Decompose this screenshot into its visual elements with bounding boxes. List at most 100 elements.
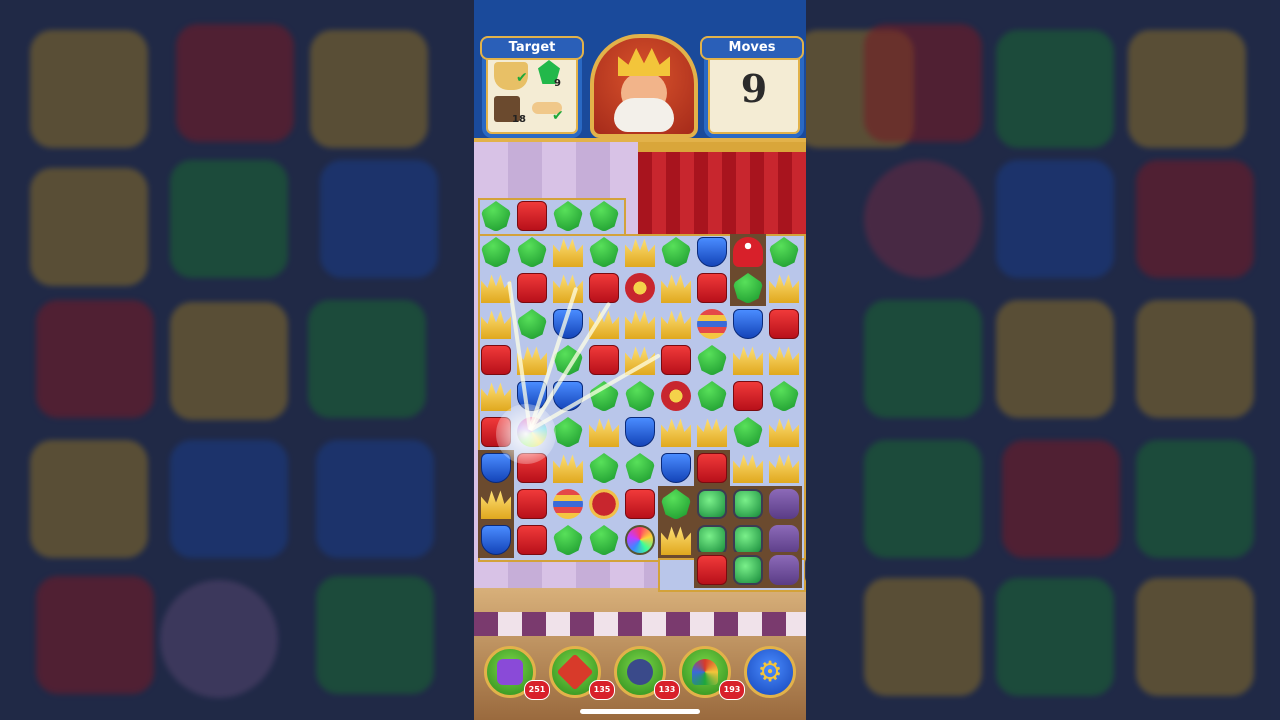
board-cell[interactable] [730, 486, 766, 522]
stage-curtain [638, 142, 806, 244]
green-leaf-tile [553, 525, 583, 555]
board-cell[interactable] [766, 486, 802, 522]
board-cell[interactable] [478, 342, 514, 378]
board-cell[interactable] [766, 234, 802, 270]
board-cell[interactable] [658, 270, 694, 306]
yellow-crown-tile [481, 310, 511, 339]
board-cell[interactable] [694, 234, 730, 270]
board-cell[interactable] [766, 414, 802, 450]
board-cell[interactable] [514, 234, 550, 270]
board-cell[interactable] [694, 486, 730, 522]
board-cell[interactable] [514, 522, 550, 558]
board-cell[interactable] [658, 522, 694, 558]
board-cell[interactable] [730, 342, 766, 378]
board-cell[interactable] [658, 234, 694, 270]
board-cell[interactable] [730, 378, 766, 414]
board-cell[interactable] [550, 450, 586, 486]
king-beard [614, 98, 674, 132]
board-cell[interactable] [658, 378, 694, 414]
board-cell[interactable] [766, 306, 802, 342]
board-cell[interactable] [478, 306, 514, 342]
board-cell[interactable] [550, 198, 586, 234]
settings-gear-icon[interactable]: ⚙ [744, 646, 796, 698]
board-cell[interactable] [622, 270, 658, 306]
board-cell[interactable] [586, 342, 622, 378]
board-cell[interactable] [478, 198, 514, 234]
yellow-crown-tile [733, 454, 763, 483]
board-cell[interactable] [622, 414, 658, 450]
board-cell[interactable] [478, 522, 514, 558]
board-cell[interactable] [694, 378, 730, 414]
board-cell[interactable] [766, 378, 802, 414]
board-cell[interactable] [622, 522, 658, 558]
board-cell[interactable] [586, 270, 622, 306]
board-cell[interactable] [658, 450, 694, 486]
board-cell[interactable] [514, 306, 550, 342]
board-cell[interactable] [478, 486, 514, 522]
board-cell[interactable] [658, 306, 694, 342]
board-cell[interactable] [694, 552, 730, 588]
board-cell[interactable] [586, 414, 622, 450]
board-cell[interactable] [730, 414, 766, 450]
board-cell[interactable] [514, 486, 550, 522]
yellow-crown-tile [481, 490, 511, 519]
board-cell[interactable] [550, 234, 586, 270]
home-indicator[interactable] [580, 709, 700, 714]
board-cell[interactable] [586, 486, 622, 522]
yellow-crown-tile [625, 310, 655, 339]
board-cell[interactable] [730, 270, 766, 306]
board-cell[interactable] [478, 234, 514, 270]
board-cell[interactable] [622, 450, 658, 486]
board-cell[interactable] [586, 198, 622, 234]
board-cell[interactable] [514, 270, 550, 306]
blue-shield-tile [661, 453, 691, 483]
cannon-booster-count: 133 [654, 680, 680, 700]
board-cell[interactable] [766, 552, 802, 588]
board-cell[interactable] [694, 342, 730, 378]
board-cell[interactable] [730, 306, 766, 342]
green-leaf-tile [481, 201, 511, 231]
board-cell[interactable] [766, 342, 802, 378]
yellow-crown-tile [481, 274, 511, 303]
red-book-tile [517, 273, 547, 303]
board-cell[interactable] [658, 486, 694, 522]
explosion-glow [496, 404, 556, 464]
board-cell[interactable] [622, 234, 658, 270]
board-cell[interactable] [730, 234, 766, 270]
board-cell[interactable] [586, 522, 622, 558]
board-cell[interactable] [694, 306, 730, 342]
green-leaf-tile [625, 453, 655, 483]
board-cell[interactable] [658, 342, 694, 378]
emerald-tile [733, 555, 763, 585]
blurred-backdrop-left [0, 0, 474, 720]
board-cell[interactable] [766, 450, 802, 486]
board-cell[interactable] [550, 270, 586, 306]
yellow-crown-tile [697, 418, 727, 447]
green-leaf-tile [661, 489, 691, 519]
board-cell[interactable] [658, 414, 694, 450]
board-cell[interactable] [514, 198, 550, 234]
board-cell[interactable] [730, 450, 766, 486]
game-screen: ✔ 9 18 ✔ Target 9 Moves 251 135 133 193 … [474, 0, 806, 720]
board-cell[interactable] [766, 270, 802, 306]
yellow-crown-tile [769, 274, 799, 303]
board-cell[interactable] [622, 306, 658, 342]
board-cell[interactable] [586, 234, 622, 270]
yellow-crown-tile [769, 454, 799, 483]
board-cell[interactable] [622, 378, 658, 414]
red-book-tile [769, 309, 799, 339]
red-book-tile [733, 381, 763, 411]
board-cell[interactable] [694, 270, 730, 306]
king-portrait [590, 34, 698, 138]
board-cell[interactable] [550, 522, 586, 558]
board-cell[interactable] [550, 486, 586, 522]
green-leaf-tile [769, 237, 799, 267]
board-cell[interactable] [622, 486, 658, 522]
board-cell[interactable] [586, 450, 622, 486]
blue-shield-tile [697, 237, 727, 267]
board-cell[interactable] [730, 552, 766, 588]
board-cell[interactable] [802, 552, 806, 588]
board-cell[interactable] [694, 450, 730, 486]
mushroom-tile [733, 237, 763, 267]
board-cell[interactable] [694, 414, 730, 450]
